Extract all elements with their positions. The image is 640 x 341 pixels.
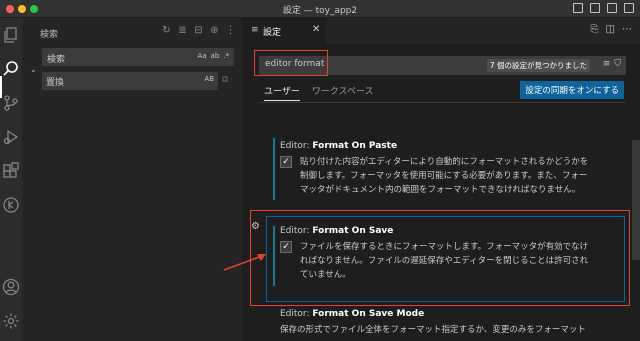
- tab-bar: ≡ 設定 ✕ ⎘ ◫ ⋯: [242, 18, 640, 44]
- new-search-editor-icon[interactable]: ⊕: [209, 25, 220, 36]
- clear-results-icon[interactable]: ≣: [177, 25, 188, 36]
- divider: [259, 102, 626, 103]
- match-case-toggle[interactable]: Aa: [197, 52, 206, 60]
- tab-workspace[interactable]: ワークスペース: [312, 84, 374, 101]
- view-as-tree-icon[interactable]: ⋮: [225, 25, 236, 36]
- whole-word-toggle[interactable]: ab: [211, 52, 220, 60]
- layout-controls: [573, 3, 634, 13]
- tab-user[interactable]: ユーザー: [264, 84, 300, 101]
- clear-filter-icon[interactable]: ≡: [603, 59, 611, 69]
- scope-tabs: ユーザー ワークスペース: [264, 84, 373, 101]
- annotation-arrow-icon: [223, 254, 266, 271]
- setting-format-on-save-mode: Editor: Format On Save Mode 保存の形式でファイル全体…: [280, 309, 620, 337]
- manage-gear-icon[interactable]: [2, 312, 20, 330]
- settings-search-value: editor format: [265, 59, 325, 69]
- editor-area: ≡ 設定 ✕ ⎘ ◫ ⋯ editor format 7 個の設定が見つかりまし…: [242, 18, 640, 341]
- format-on-paste-checkbox[interactable]: ✓: [280, 156, 292, 168]
- customize-layout-icon[interactable]: [624, 3, 634, 13]
- tab-settings[interactable]: ≡ 設定 ✕: [242, 18, 326, 44]
- run-debug-icon[interactable]: [2, 128, 20, 146]
- editor-actions: ⎘ ◫ ⋯: [591, 24, 632, 35]
- preserve-case-toggle[interactable]: AB: [204, 75, 214, 83]
- window-title: 設定 — toy_app2: [282, 6, 358, 16]
- toggle-sidebar-icon[interactable]: [573, 3, 583, 13]
- setting-description: 貼り付けた内容がエディターにより自動的にフォーマットされるかどうかを 制御します…: [300, 157, 589, 195]
- setting-title: Editor: Format On Save: [280, 226, 394, 236]
- replace-all-icon[interactable]: ⧉: [222, 75, 228, 85]
- refresh-icon[interactable]: ↻: [161, 25, 172, 36]
- open-json-icon[interactable]: ⎘: [591, 24, 599, 35]
- setting-format-on-save: Editor: Format On Save ✓ ファイルを保存するときにフォー…: [280, 226, 620, 282]
- more-actions-icon[interactable]: ⋯: [622, 24, 632, 35]
- search-icon[interactable]: [2, 60, 20, 78]
- toggle-panel-icon[interactable]: [590, 3, 600, 13]
- setting-title: Editor: Format On Paste: [280, 141, 398, 151]
- activity-bar: [0, 18, 22, 341]
- search-input[interactable]: 検索 Aa ab .*: [42, 48, 234, 66]
- collapse-all-icon[interactable]: ⊟: [193, 25, 204, 36]
- account-icon[interactable]: [2, 278, 20, 296]
- sidebar-title: 検索: [40, 30, 59, 40]
- close-tab-icon[interactable]: ✕: [312, 24, 320, 35]
- toggle-replace-chevron-icon[interactable]: ⌄: [30, 65, 37, 74]
- setting-gear-icon[interactable]: ⚙: [251, 221, 260, 232]
- remote-icon[interactable]: [2, 196, 20, 214]
- split-editor-icon[interactable]: ◫: [606, 24, 615, 35]
- tab-label: 設定: [263, 28, 282, 38]
- settings-search-input[interactable]: editor format 7 個の設定が見つかりました ≡ ⛉: [259, 56, 626, 75]
- extensions-icon[interactable]: [2, 162, 20, 180]
- turn-on-sync-button[interactable]: 設定の同期をオンにする: [520, 81, 624, 99]
- modified-indicator: [273, 138, 275, 200]
- search-sidebar: 検索 ↻ ≣ ⊟ ⊕ ⋮ ⌄ 検索 Aa ab .* 置換 AB ⧉: [22, 18, 242, 341]
- regex-toggle[interactable]: .*: [223, 52, 229, 60]
- setting-description: 保存の形式でファイル全体をフォーマット指定するか、変更のみをフォーマット: [280, 325, 586, 335]
- explorer-icon[interactable]: [2, 26, 20, 44]
- match-count-badge: 7 個の設定が見つかりました: [486, 59, 590, 72]
- format-on-save-checkbox[interactable]: ✓: [280, 241, 292, 253]
- replace-input[interactable]: 置換 AB: [42, 72, 218, 90]
- toggle-secondary-sidebar-icon[interactable]: [607, 3, 617, 13]
- scrollbar[interactable]: [632, 140, 640, 260]
- settings-file-icon: ≡: [251, 25, 259, 35]
- title-bar: 設定 — toy_app2: [0, 0, 640, 18]
- setting-description: ファイルを保存するときにフォーマットします。フォーマッタが有効でなけ ればなりま…: [300, 242, 589, 280]
- search-input-placeholder: 検索: [47, 55, 66, 65]
- setting-format-on-paste: Editor: Format On Paste ✓ 貼り付けた内容がエディターに…: [280, 141, 620, 197]
- setting-title: Editor: Format On Save Mode: [280, 309, 425, 319]
- replace-input-placeholder: 置換: [46, 78, 65, 88]
- source-control-icon[interactable]: [2, 94, 20, 112]
- sidebar-actions: ↻ ≣ ⊟ ⊕ ⋮: [161, 25, 236, 36]
- filter-icon[interactable]: ⛉: [614, 59, 621, 69]
